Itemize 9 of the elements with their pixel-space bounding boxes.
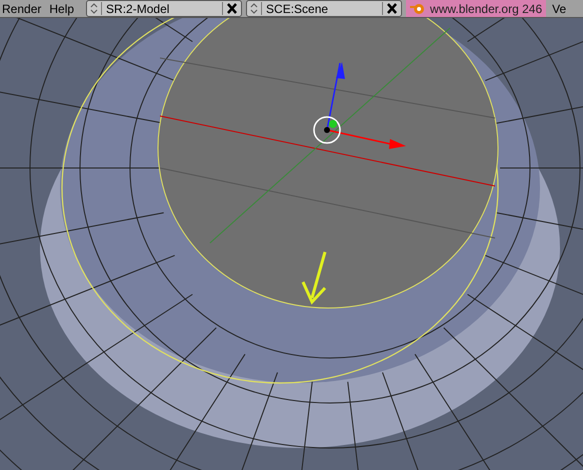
arrow-annotation-icon [302, 252, 326, 305]
transform-gizmo-icon[interactable] [313, 62, 406, 149]
menu-item[interactable]: Render [2, 2, 50, 16]
screen-selector[interactable]: SR:2-Model [86, 0, 242, 17]
menu-item[interactable]: Help [49, 2, 82, 16]
header-text: Ve [552, 2, 566, 16]
blender-logo-icon [410, 2, 426, 14]
version-label: www.blender.org 246 [406, 0, 546, 17]
scene-selector[interactable]: SCE:Scene [246, 0, 402, 17]
